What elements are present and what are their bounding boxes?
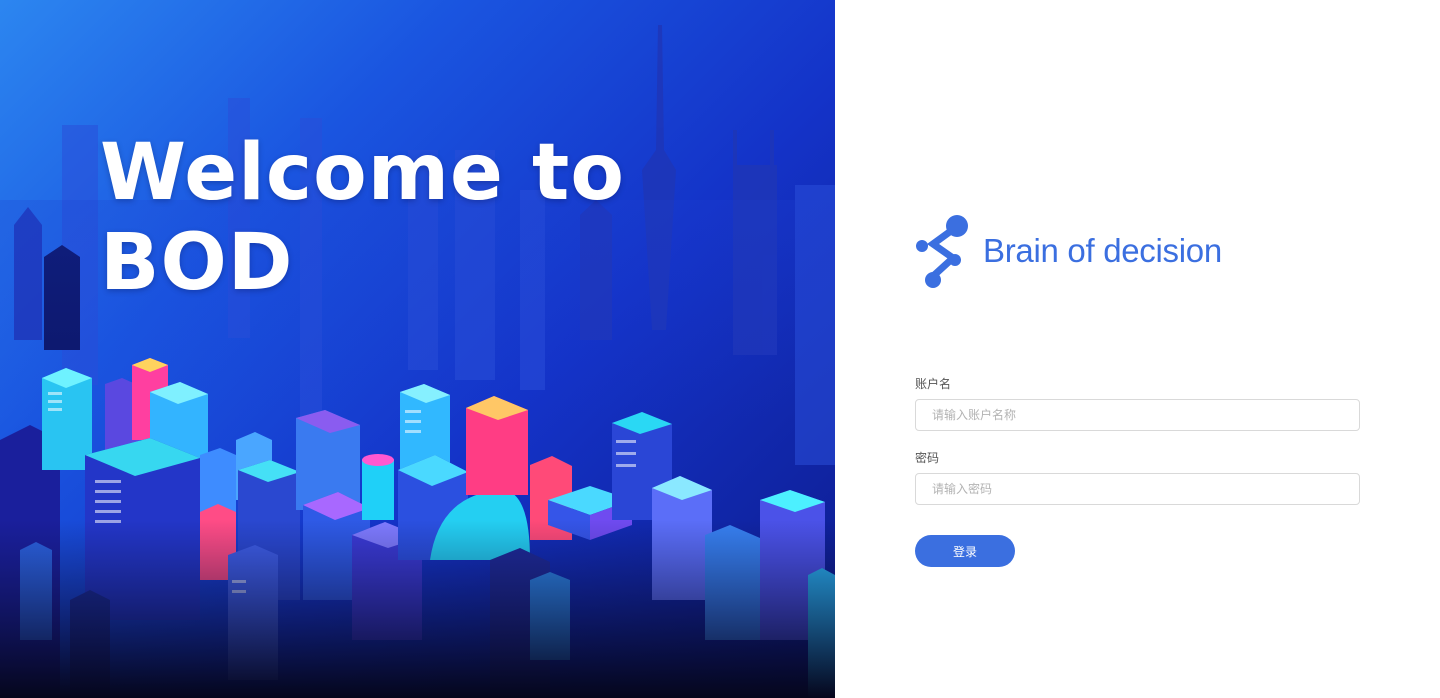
hero-illustration: Welcome to BOD (0, 0, 835, 698)
hero-title-line-1: Welcome to (100, 128, 625, 218)
city-skyline-illustration (0, 25, 835, 698)
login-button[interactable]: 登录 (915, 535, 1015, 567)
hero-title: Welcome to BOD (100, 128, 625, 308)
brand-logo: Brain of decision (915, 214, 1222, 288)
username-label: 账户名 (915, 377, 952, 391)
brand-name: Brain of decision (983, 232, 1222, 269)
molecule-s-icon (916, 215, 968, 288)
hero-title-line-2: BOD (100, 218, 294, 308)
password-input[interactable] (915, 473, 1360, 505)
password-label: 密码 (915, 451, 940, 465)
login-panel: Brain of decision 账户名 密码 登录 (835, 0, 1440, 698)
username-input[interactable] (915, 399, 1360, 431)
